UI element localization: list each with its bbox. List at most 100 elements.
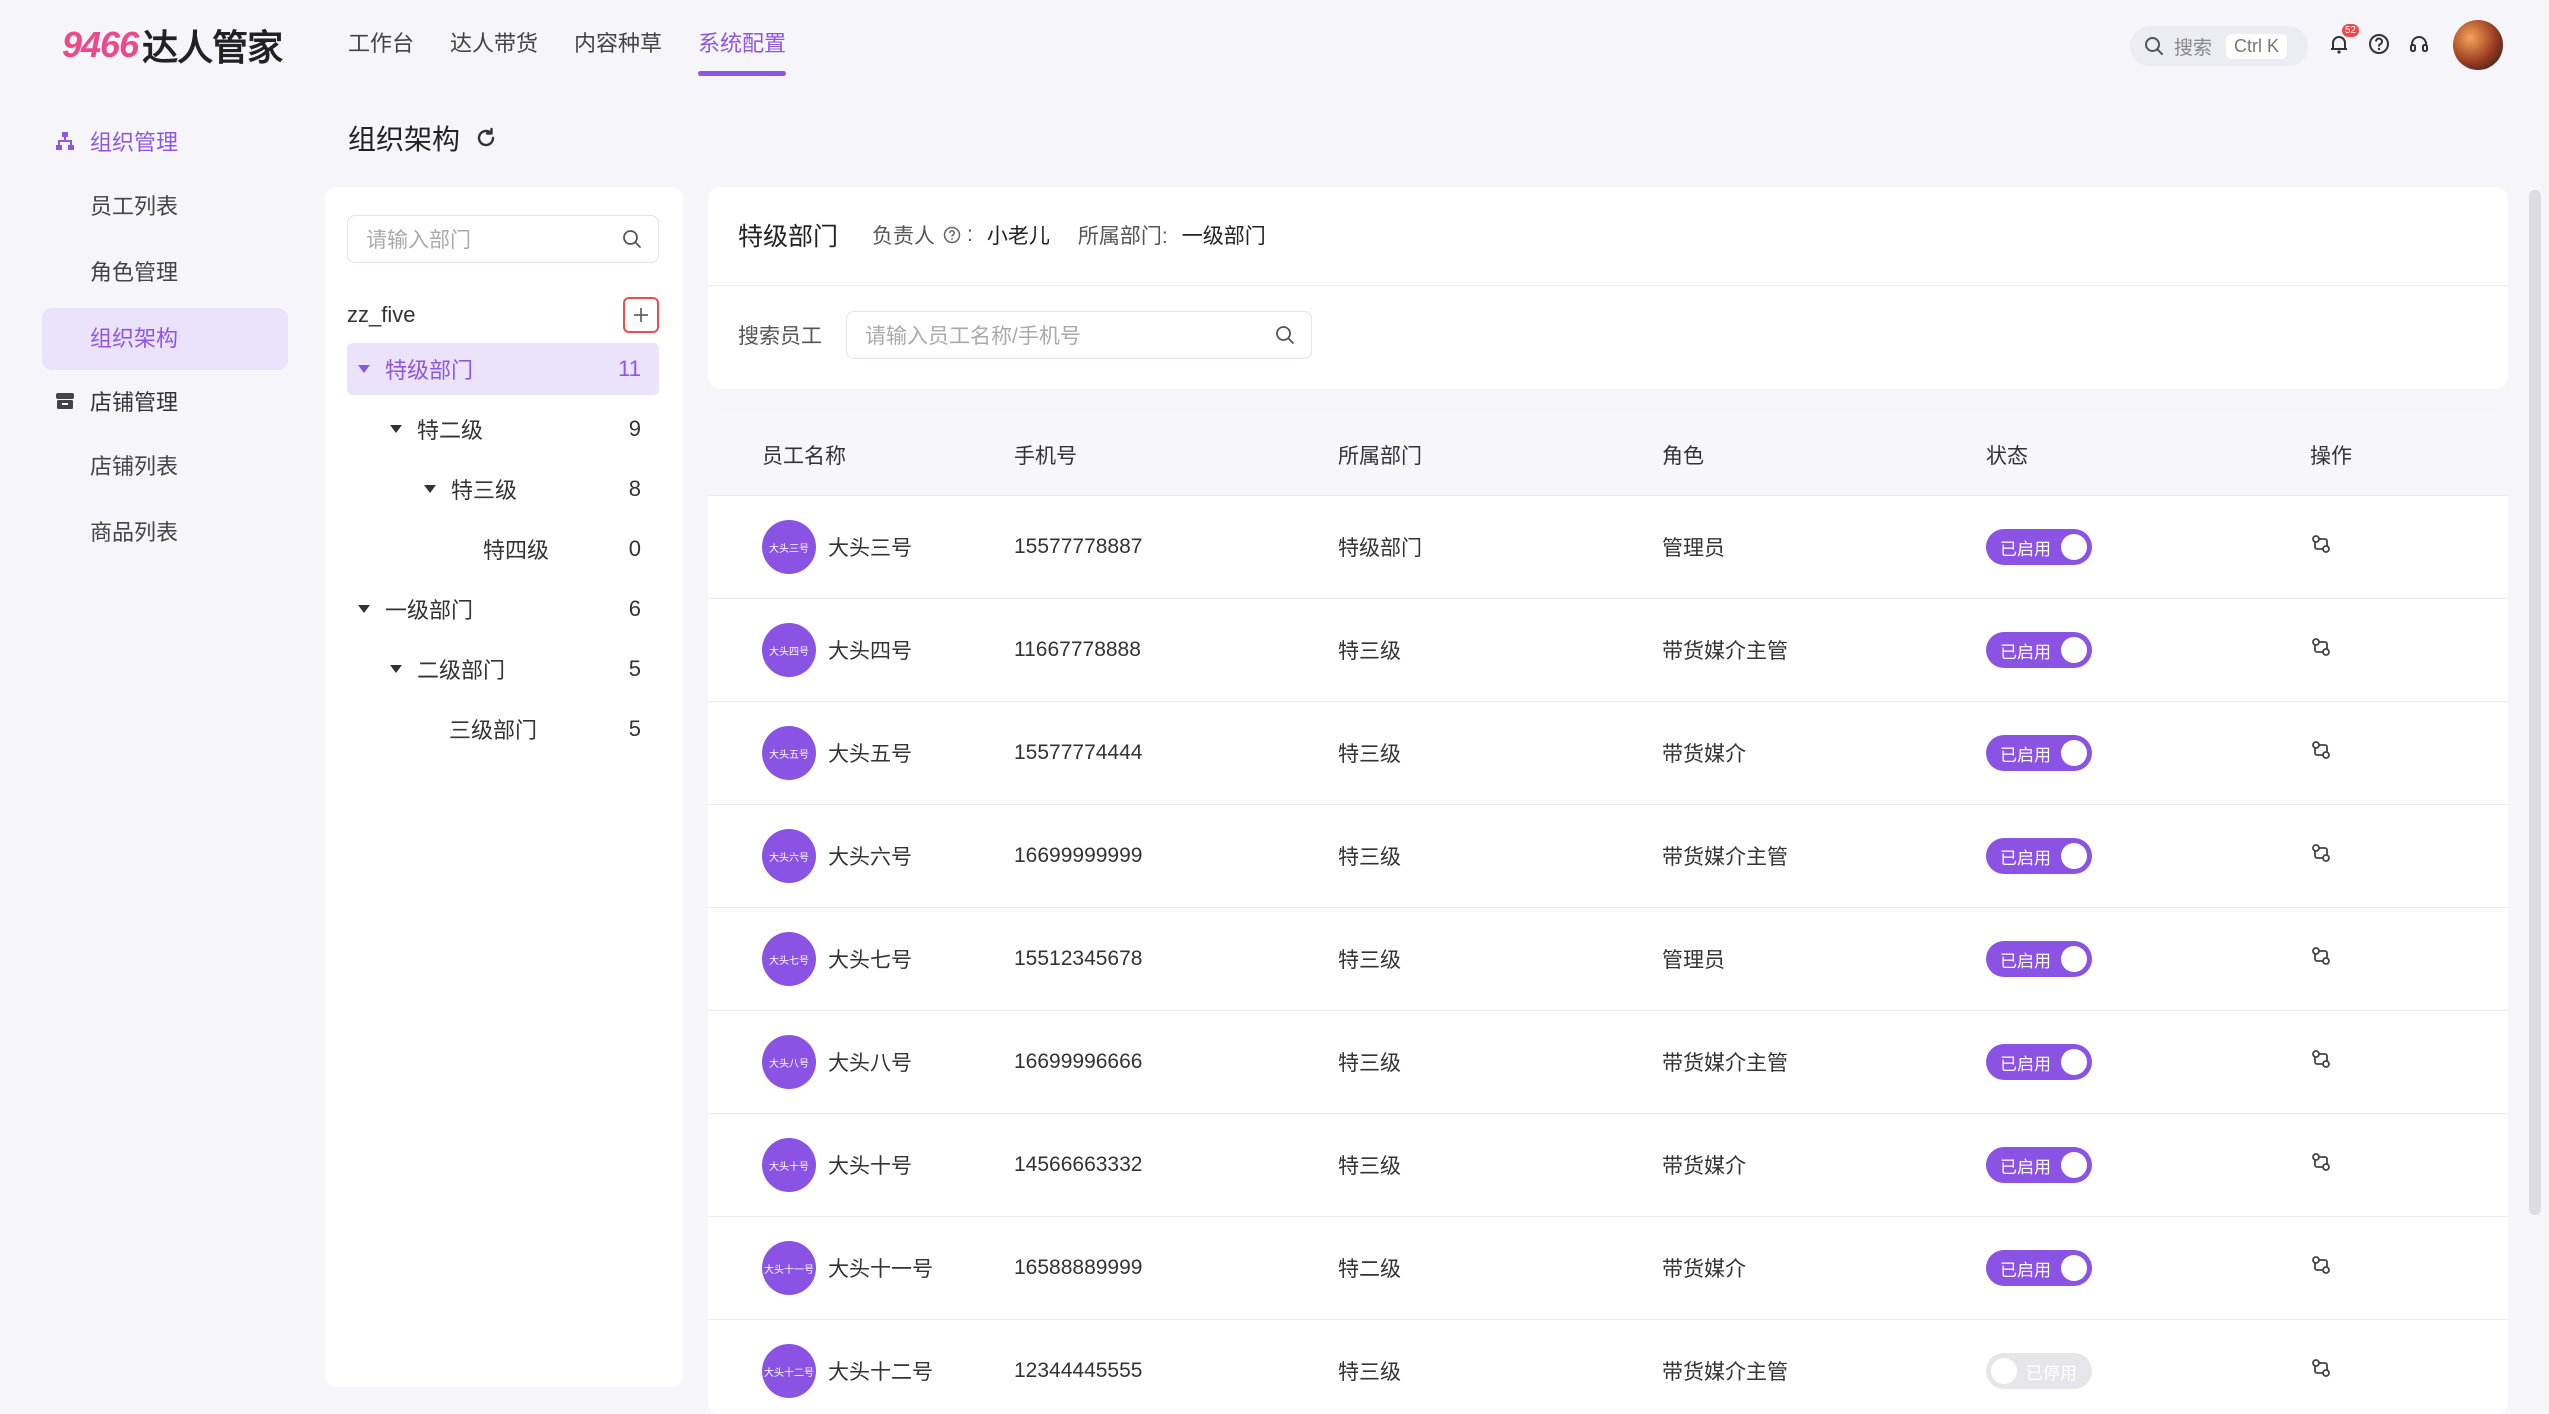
tree-node-special-level4[interactable]: 特四级 0 [347,523,659,575]
transfer-icon[interactable] [2310,1048,2332,1070]
caret-down-icon[interactable] [357,362,371,376]
employee-phone: 11667778888 [1014,638,1141,661]
status-toggle[interactable]: 已启用 [1986,1147,2092,1183]
table-row: 大头七号 大头七号 15512345678 特三级 管理员 已启用 [708,908,2508,1011]
status-cell: 已启用 [1976,735,2298,771]
transfer-icon[interactable] [2310,1254,2332,1276]
tree-node-special-level3[interactable]: 特三级 8 [347,463,659,515]
sidebar-item-roles[interactable]: 角色管理 [42,242,288,304]
status-toggle[interactable]: 已启用 [1986,632,2092,668]
employee-cell: 大头十号 大头十号 [708,1138,1004,1192]
avatar: 大头四号 [762,623,816,677]
tree-node-count: 5 [628,716,641,741]
status-cell: 已启用 [1976,1044,2298,1080]
employee-search-row: 搜索员工 请输入员工名称/手机号 [738,311,1312,359]
bell-icon[interactable]: 52 [2325,24,2359,58]
sidebar-group-org-label: 组织管理 [90,130,179,155]
status-cell: 已启用 [1976,941,2298,977]
tree-node-count: 9 [628,416,641,441]
employee-role: 带货媒介主管 [1662,1052,1788,1075]
status-toggle[interactable]: 已启用 [1986,1250,2092,1286]
help-icon[interactable] [2365,30,2393,58]
table-header: 员工名称 手机号 所属部门 角色 状态 操作 [708,414,2508,496]
transfer-icon[interactable] [2310,1357,2332,1379]
transfer-icon[interactable] [2310,636,2332,658]
employee-phone: 16699999999 [1014,844,1143,867]
manager-name: 小老儿 [986,225,1050,248]
employee-phone: 15577778887 [1014,535,1143,558]
employee-phone: 15577774444 [1014,741,1143,764]
tree-node-special-dept[interactable]: 特级部门 11 [347,343,659,395]
status-toggle[interactable]: 已停用 [1986,1353,2092,1389]
employee-cell: 大头四号 大头四号 [708,623,1004,677]
employee-name: 大头十二号 [828,1361,933,1384]
status-cell: 已启用 [1976,1250,2298,1286]
transfer-icon[interactable] [2310,1151,2332,1173]
header-role: 角色 [1662,444,1704,468]
avatar: 大头八号 [762,1035,816,1089]
transfer-icon[interactable] [2310,945,2332,967]
headset-icon[interactable] [2405,30,2433,58]
dept-search-input[interactable]: 请输入部门 [347,215,659,263]
tree-node-count: 0 [628,536,641,561]
add-dept-button[interactable] [623,297,659,333]
scrollbar[interactable] [2529,190,2541,1215]
search-icon[interactable] [1275,325,1295,351]
status-toggle[interactable]: 已启用 [1986,941,2092,977]
nav-workbench[interactable]: 工作台 [348,28,414,76]
transfer-icon[interactable] [2310,533,2332,555]
nav-talent-sales[interactable]: 达人带货 [450,28,538,76]
sidebar-group-store[interactable]: 店铺管理 [0,370,310,432]
sidebar-item-org-structure[interactable]: 组织架构 [42,308,288,370]
status-toggle[interactable]: 已启用 [1986,529,2092,565]
user-avatar[interactable] [2453,20,2503,70]
tree-node-special-level2[interactable]: 特二级 9 [347,403,659,455]
nav-system-config[interactable]: 系统配置 [698,28,787,76]
dept-tree-panel: 请输入部门 zz_five 特级部门 11 特二级 9 特三级 8 特四级 0 … [325,187,683,1387]
tree-node-level1-dept[interactable]: 一级部门 6 [347,583,659,635]
global-search[interactable]: 搜索 Ctrl K [2130,26,2308,66]
employee-role: 带货媒介 [1662,1258,1746,1281]
table-row: 大头十号 大头十号 14566663332 特三级 带货媒介 已启用 [708,1114,2508,1217]
employee-search-input[interactable]: 请输入员工名称/手机号 [846,311,1312,359]
transfer-icon[interactable] [2310,739,2332,761]
avatar: 大头六号 [762,829,816,883]
org-chart-icon [54,130,76,152]
status-toggle[interactable]: 已启用 [1986,838,2092,874]
status-label: 已停用 [2026,1363,2077,1383]
employee-phone: 15512345678 [1014,947,1143,970]
refresh-icon[interactable] [474,126,498,150]
brand-logo[interactable]: 9466 达人管家 [62,22,283,68]
parent-dept-label: 所属部门: [1077,225,1168,248]
header-status: 状态 [1986,444,2028,468]
employee-phone: 12344445555 [1014,1359,1143,1382]
tree-node-level2-dept[interactable]: 二级部门 5 [347,643,659,695]
sidebar-item-product-list[interactable]: 商品列表 [42,502,288,564]
caret-down-icon[interactable] [357,602,371,616]
sidebar-item-store-list[interactable]: 店铺列表 [42,436,288,498]
status-cell: 已启用 [1976,632,2298,668]
caret-down-icon[interactable] [389,662,403,676]
tree-node-label: 特级部门 [385,358,474,383]
tree-node-label: 特二级 [417,418,484,443]
search-icon[interactable] [622,229,642,255]
status-toggle[interactable]: 已启用 [1986,1044,2092,1080]
nav-content-seeding[interactable]: 内容种草 [574,28,662,76]
top-icons: 52 [2325,24,2433,58]
status-label: 已启用 [2000,1054,2051,1074]
table-body: 大头三号 大头三号 15577778887 特级部门 管理员 已启用 大头四号 … [708,496,2508,1414]
status-toggle[interactable]: 已启用 [1986,735,2092,771]
employee-name: 大头十号 [828,1155,912,1178]
sidebar-item-employees[interactable]: 员工列表 [42,176,288,238]
tree-node-level3-dept[interactable]: 三级部门 5 [347,703,659,755]
dept-info-panel: 特级部门 负责人 : 小老儿 所属部门: 一级部门 搜索员工 请输入员工名称/手… [708,187,2508,389]
store-icon [54,390,76,412]
question-circle-icon[interactable] [943,226,961,244]
status-cell: 已停用 [1976,1353,2298,1389]
caret-down-icon[interactable] [389,422,403,436]
caret-down-icon[interactable] [423,482,437,496]
tree-node-label: 特三级 [451,478,518,503]
transfer-icon[interactable] [2310,842,2332,864]
employee-department: 特三级 [1338,743,1401,766]
sidebar-group-org[interactable]: 组织管理 [0,110,310,172]
